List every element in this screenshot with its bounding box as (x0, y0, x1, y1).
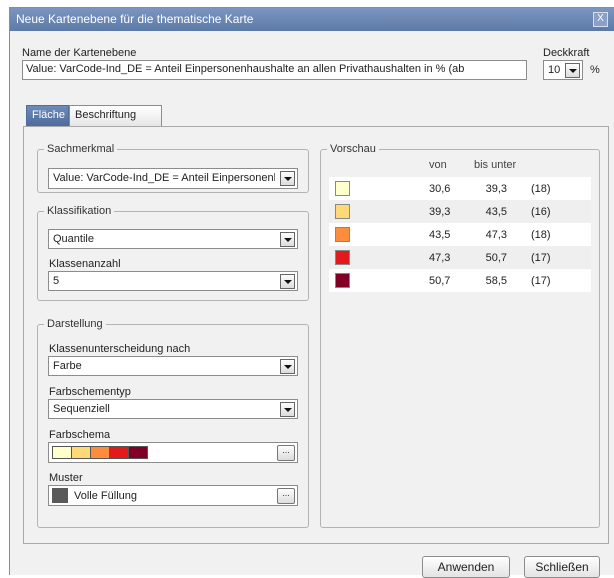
attribute-select[interactable]: Value: VarCode-Ind_DE = Anteil Einperson… (48, 168, 298, 189)
pattern-label: Muster (49, 472, 83, 484)
preview-color-swatch (335, 227, 350, 242)
attribute-group-legend: Sachmerkmal (47, 143, 115, 155)
preview-count: (18) (531, 229, 551, 241)
chevron-down-icon[interactable] (280, 171, 295, 186)
classification-group-legend: Klassifikation (47, 205, 112, 217)
opacity-value: 100 (548, 64, 560, 76)
preview-to-value: 39,3 (485, 183, 507, 195)
preview-to-value: 43,5 (485, 206, 507, 218)
tab-flaeche[interactable]: Fläche (26, 105, 69, 126)
pattern-browse-button[interactable]: ... (277, 488, 295, 504)
attribute-group: Sachmerkmal Value: VarCode-Ind_DE = Ante… (37, 143, 309, 193)
preview-row: 50,7 58,5 (17) (329, 269, 591, 292)
distinction-label: Klassenunterscheidung nach (49, 343, 191, 355)
preview-to-value: 47,3 (485, 229, 507, 241)
class-count-label: Klassenanzahl (49, 258, 121, 270)
preview-group: Vorschau von bis unter 30,6 39,3 (18) 39,3 4… (320, 143, 600, 528)
preview-row: 30,6 39,3 (18) (329, 177, 591, 200)
layer-name-input[interactable]: Value: VarCode-Ind_DE = Anteil Einperson… (22, 60, 527, 80)
chevron-down-icon[interactable] (280, 274, 295, 289)
preview-from-value: 30,6 (429, 183, 451, 195)
display-group: Darstellung Klassenunterscheidung nach F… (37, 318, 309, 528)
tab-panel: Sachmerkmal Value: VarCode-Ind_DE = Ante… (23, 126, 609, 544)
class-count-select[interactable]: 5 (48, 271, 298, 291)
preview-from-value: 39,3 (429, 206, 451, 218)
title-bar[interactable]: Neue Kartenebene für die thematische Kar… (10, 8, 614, 31)
distinction-value: Farbe (53, 360, 82, 372)
attribute-value: Value: VarCode-Ind_DE = Anteil Einperson… (53, 172, 275, 184)
preview-count: (18) (531, 183, 551, 195)
pattern-swatch (52, 488, 68, 503)
preview-col-to: bis unter (474, 159, 517, 171)
scheme-label: Farbschema (49, 429, 111, 441)
distinction-select[interactable]: Farbe (48, 356, 298, 376)
chevron-down-icon[interactable] (280, 402, 295, 417)
preview-from-value: 43,5 (429, 229, 451, 241)
preview-to-value: 58,5 (485, 275, 507, 287)
scheme-browse-button[interactable]: ... (277, 445, 295, 461)
preview-color-swatch (335, 273, 350, 288)
preview-from-value: 50,7 (429, 275, 451, 287)
dialog-window: Neue Kartenebene für die thematische Kar… (9, 7, 614, 578)
chevron-down-icon[interactable] (280, 232, 295, 247)
display-group-legend: Darstellung (47, 318, 103, 330)
opacity-unit: % (590, 64, 600, 76)
preview-color-swatch (335, 181, 350, 196)
chevron-down-icon[interactable] (565, 63, 580, 78)
preview-col-from: von (429, 159, 447, 171)
scheme-swatch (71, 446, 91, 459)
window-title: Neue Kartenebene für die thematische Kar… (16, 12, 254, 26)
pattern-value: Volle Füllung (74, 490, 137, 502)
scheme-type-label: Farbschementyp (49, 386, 131, 398)
opacity-label: Deckkraft (543, 47, 590, 59)
preview-count: (16) (531, 206, 551, 218)
preview-row: 43,5 47,3 (18) (329, 223, 591, 246)
close-icon[interactable]: X (593, 12, 608, 27)
scheme-swatch (109, 446, 129, 459)
tab-beschriftung[interactable]: Beschriftung (69, 105, 162, 126)
preview-to-value: 50,7 (485, 252, 507, 264)
pattern-picker[interactable]: Volle Füllung ... (48, 485, 298, 506)
classification-method-value: Quantile (53, 233, 94, 245)
layer-name-label: Name der Kartenebene (22, 47, 137, 59)
classification-method-select[interactable]: Quantile (48, 229, 298, 249)
scheme-type-value: Sequenziell (53, 403, 110, 415)
preview-count: (17) (531, 275, 551, 287)
chevron-down-icon[interactable] (280, 359, 295, 374)
classification-group: Klassifikation Quantile Klassenanzahl 5 (37, 205, 309, 301)
preview-color-swatch (335, 250, 350, 265)
preview-row: 39,3 43,5 (16) (329, 200, 591, 223)
preview-header: von bis unter (329, 159, 591, 175)
preview-count: (17) (531, 252, 551, 264)
scheme-swatch (90, 446, 110, 459)
class-count-value: 5 (53, 275, 60, 287)
scheme-type-select[interactable]: Sequenziell (48, 399, 298, 419)
preview-from-value: 47,3 (429, 252, 451, 264)
scheme-swatch (128, 446, 148, 459)
opacity-select[interactable]: 100 (543, 60, 583, 80)
scheme-swatch (52, 446, 72, 459)
preview-row: 47,3 50,7 (17) (329, 246, 591, 269)
preview-color-swatch (335, 204, 350, 219)
scheme-picker[interactable]: ... (48, 442, 298, 463)
preview-group-legend: Vorschau (330, 143, 376, 155)
